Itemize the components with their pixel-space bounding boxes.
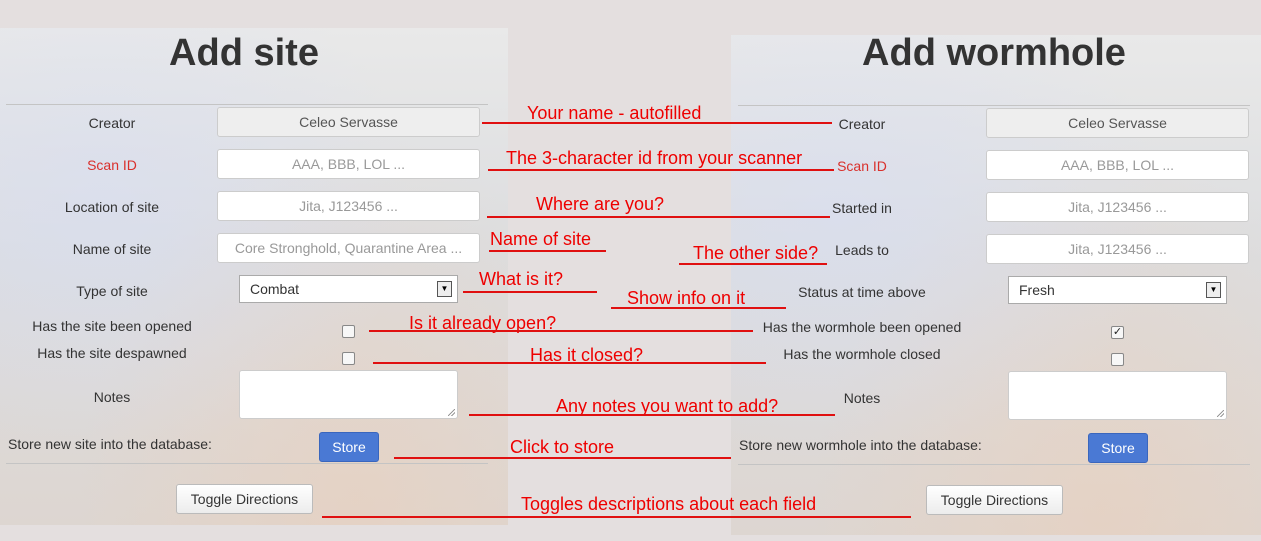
annotation-line-scan-id [488,169,834,171]
annotation-line-status [611,307,786,309]
wormhole-closed-label: Has the wormhole closed [783,346,941,362]
wormhole-closed-checkbox[interactable] [1111,353,1124,366]
site-name-label: Name of site [72,241,152,257]
site-location-input[interactable] [217,191,480,221]
site-creator-field[interactable] [217,107,480,137]
site-store-text: Store new site into the database: [8,436,212,452]
chevron-down-icon[interactable]: ▼ [437,281,452,297]
wormhole-creator-field[interactable] [986,108,1249,138]
annotation-site-name: Name of site [490,229,592,249]
wormhole-store-button[interactable]: Store [1088,433,1148,463]
wormhole-store-text: Store new wormhole into the database: [739,437,982,453]
site-title-divider [6,104,488,105]
wormhole-status-label: Status at time above [798,284,926,300]
site-despawned-label: Has the site despawned [37,345,187,361]
site-opened-checkbox[interactable] [342,325,355,338]
wormhole-notes-textarea[interactable] [1008,371,1227,420]
annotation-other-side: The other side? [693,243,819,263]
site-form-divider [6,463,488,464]
annotation-toggle: Toggles descriptions about each field [521,494,817,514]
site-notes-textarea[interactable] [239,370,458,419]
site-scan-id-label: Scan ID [87,157,137,173]
site-type-value: Combat [250,281,300,297]
annotation-line-closed [373,362,766,364]
annotation-store: Click to store [510,437,615,457]
wormhole-status-value: Fresh [1019,282,1055,298]
wormhole-opened-label: Has the wormhole been opened [762,319,962,335]
wormhole-started-label: Started in [832,200,892,216]
site-store-button[interactable]: Store [319,432,379,462]
site-despawned-checkbox[interactable] [342,352,355,365]
wormhole-scan-id-input[interactable] [986,150,1249,180]
site-creator-label: Creator [88,115,136,131]
wormhole-title: Add wormhole [862,32,1126,74]
wormhole-leads-input[interactable] [986,234,1249,264]
annotation-location: Where are you? [536,194,665,214]
site-toggle-directions-button[interactable]: Toggle Directions [176,484,313,514]
site-opened-label: Has the site been opened [32,318,192,334]
annotation-scan-id: The 3-character id from your scanner [506,148,803,168]
site-title: Add site [169,32,319,74]
wormhole-creator-label: Creator [838,116,886,132]
site-type-label: Type of site [76,283,148,299]
annotation-type: What is it? [479,269,564,289]
site-name-input[interactable] [217,233,480,263]
annotation-line-toggle [322,516,911,518]
annotation-line-notes [469,414,835,416]
annotation-line-name [482,122,832,124]
annotation-status: Show info on it [627,288,746,308]
annotation-line-type [463,291,597,293]
annotation-line-store [394,457,731,459]
wormhole-opened-checkbox[interactable]: ✓ [1111,326,1124,339]
site-location-label: Location of site [64,199,160,215]
wormhole-form-divider [738,464,1250,465]
annotation-line-location [487,216,830,218]
site-type-select[interactable]: Combat ▼ [239,275,458,303]
wormhole-toggle-directions-button[interactable]: Toggle Directions [926,485,1063,515]
site-notes-label: Notes [93,389,131,405]
site-scan-id-input[interactable] [217,149,480,179]
wormhole-status-select[interactable]: Fresh ▼ [1008,276,1227,304]
annotation-name: Your name - autofilled [527,103,702,123]
annotation-line-other-side [679,263,827,265]
wormhole-started-input[interactable] [986,192,1249,222]
wormhole-title-divider [738,105,1250,106]
annotation-line-site-name [489,250,606,252]
chevron-down-icon[interactable]: ▼ [1206,282,1221,298]
annotation-line-opened [369,330,753,332]
